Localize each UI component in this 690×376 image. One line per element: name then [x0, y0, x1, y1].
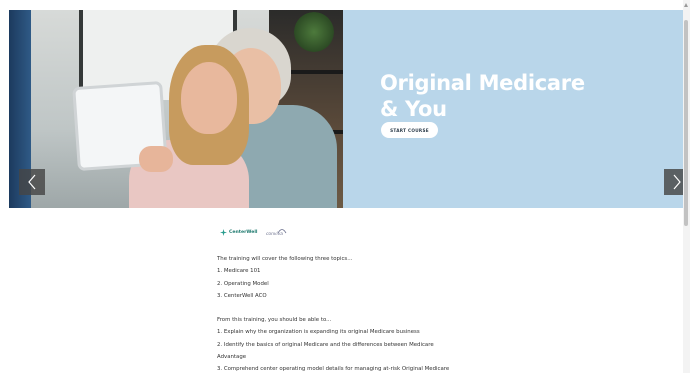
course-description: The training will cover the following th…: [217, 253, 477, 376]
topic-item: 1. Medicare 101: [217, 268, 261, 275]
topic-item: 3. CenterWell ACO: [217, 292, 267, 299]
objective-line: Advantage: [217, 354, 247, 361]
objective-line: 2. Identify the basics of original Medic…: [217, 341, 434, 348]
scroll-up-icon[interactable]: [684, 3, 688, 7]
hero-photo: [9, 10, 343, 208]
objective-line: 1. Explain why the organization is expan…: [217, 329, 420, 336]
chevron-right-icon: [673, 174, 681, 190]
previous-slide-button[interactable]: [19, 169, 45, 195]
objectives-intro: From this training, you should be able t…: [217, 317, 332, 324]
topic-item: 2. Operating Model: [217, 280, 269, 287]
vertical-scrollbar[interactable]: [683, 0, 690, 373]
start-course-button[interactable]: START COURSE: [381, 122, 438, 138]
objective-line: 3. Comprehend center operating model det…: [217, 366, 450, 373]
chevron-left-icon: [28, 174, 36, 190]
course-page: Original Medicare & You START COURSE Cen…: [0, 0, 690, 376]
intro-text: The training will cover the following th…: [217, 256, 353, 262]
centerwell-logo: CenterWell: [220, 229, 258, 236]
centerwell-mark-icon: [220, 229, 227, 236]
course-title: Original Medicare & You: [380, 71, 585, 121]
scroll-thumb[interactable]: [684, 20, 688, 226]
conviva-logo: conviva: [266, 226, 296, 242]
